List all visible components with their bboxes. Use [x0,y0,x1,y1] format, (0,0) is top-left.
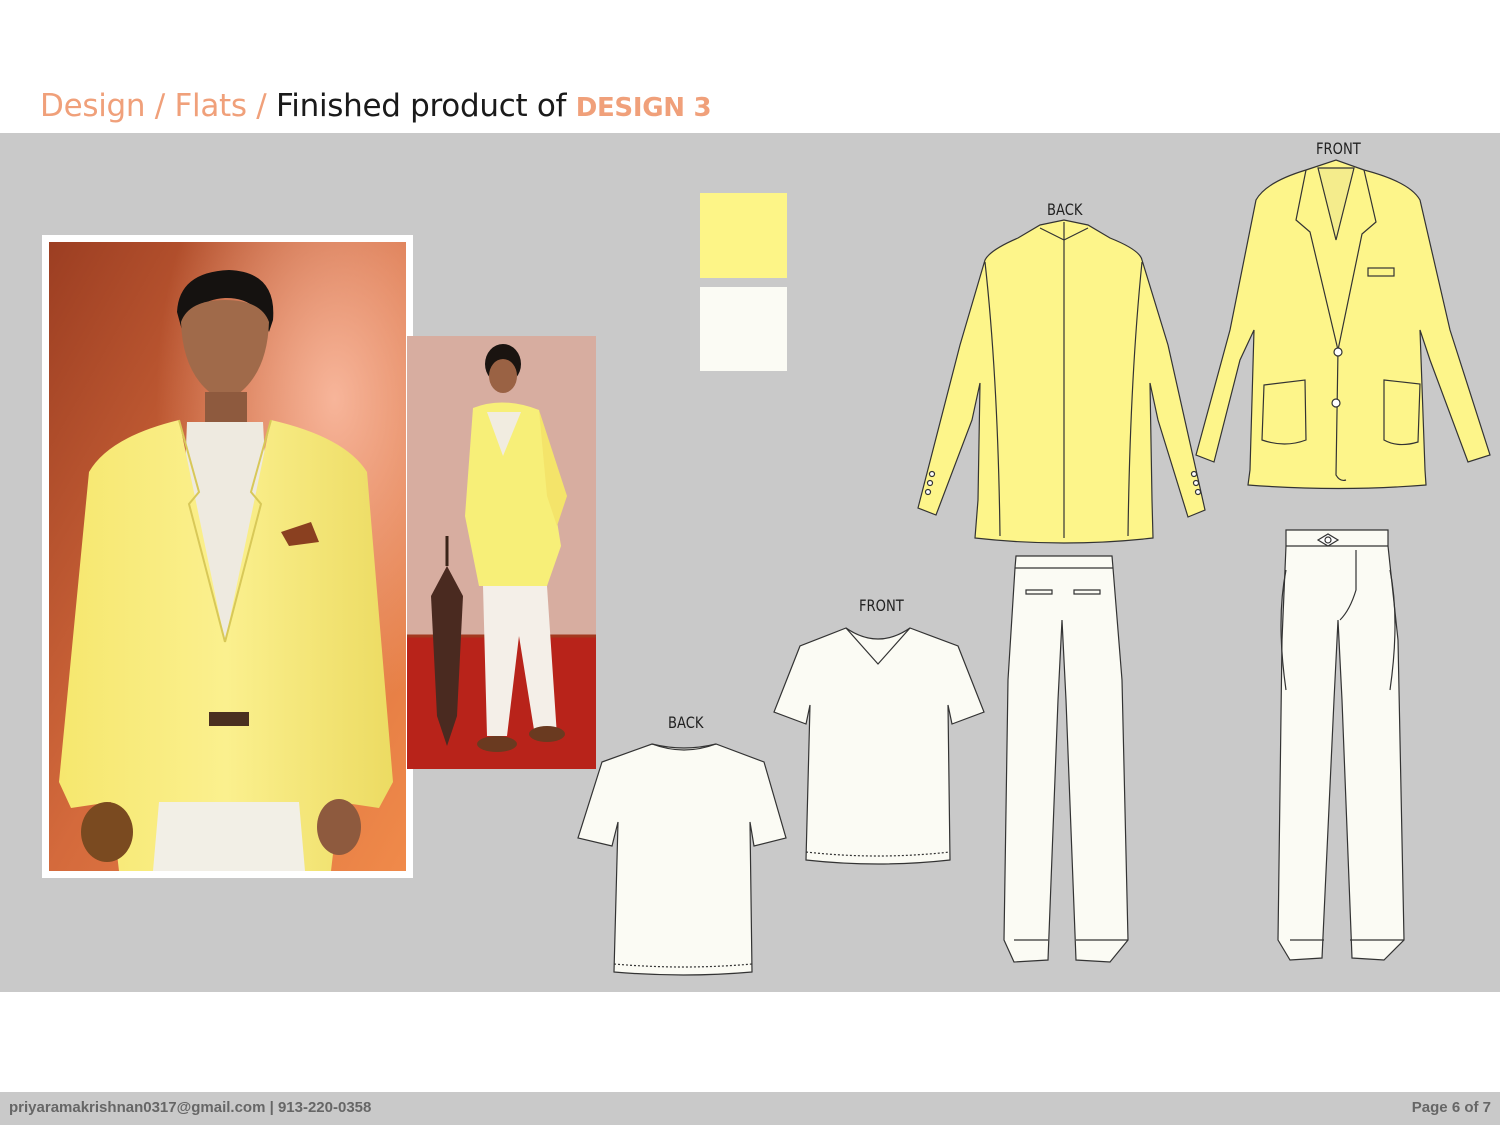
tshirt-front-flat [773,627,985,865]
jacket-front-flat [1195,159,1491,490]
tshirt-front-label: FRONT [859,596,904,615]
technical-flats [577,159,1491,976]
footer-bar: priyaramakrishnan0317@gmail.com | 913-22… [0,1092,1500,1125]
trousers-front-flat [1277,529,1405,961]
jacket-front-label: FRONT [1316,139,1361,158]
tshirt-back-flat [577,743,787,976]
contact-info: priyaramakrishnan0317@gmail.com | 913-22… [9,1099,372,1116]
tshirt-back-label: BACK [668,713,704,732]
jacket-back-flat [917,219,1206,544]
page-number: Page 6 of 7 [1411,1099,1491,1116]
jacket-back-label: BACK [1047,200,1083,219]
trousers-back-flat [1003,555,1129,963]
